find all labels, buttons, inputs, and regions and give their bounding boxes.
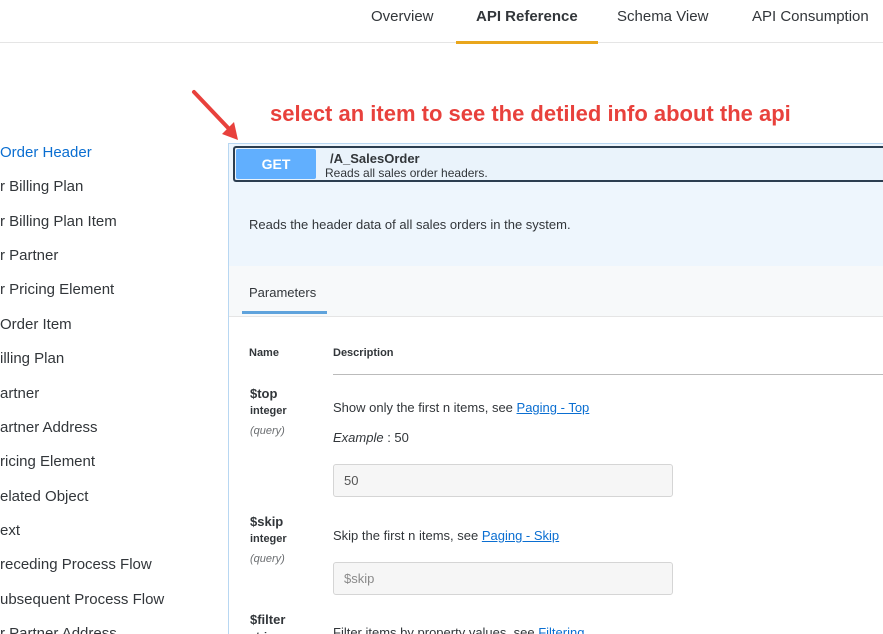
- param-desc-skip: Skip the first n items, see Paging - Ski…: [333, 528, 559, 543]
- filtering-link[interactable]: Filtering: [538, 625, 584, 634]
- sidebar-item-order-header[interactable]: Order Header: [0, 144, 92, 161]
- sidebar-item[interactable]: ubsequent Process Flow: [0, 591, 164, 608]
- param-desc-skip-text: Skip the first n items, see: [333, 528, 482, 543]
- param-example-top: Example : 50: [333, 430, 409, 445]
- skip-input[interactable]: [333, 562, 673, 595]
- paging-skip-link[interactable]: Paging - Skip: [482, 528, 559, 543]
- sidebar-item[interactable]: artner Address: [0, 419, 98, 436]
- operation-description: Reads the header data of all sales order…: [249, 217, 571, 232]
- http-method-badge: GET: [236, 149, 316, 179]
- annotation-text: select an item to see the detiled info a…: [270, 101, 791, 126]
- parameters-tab-indicator: [242, 311, 327, 314]
- annotation-arrow-icon: [192, 90, 238, 140]
- example-value: : 50: [383, 430, 409, 445]
- tab-parameters[interactable]: Parameters: [249, 285, 316, 300]
- endpoint-path: /A_SalesOrder: [330, 151, 420, 166]
- param-desc-top: Show only the first n items, see Paging …: [333, 400, 589, 415]
- column-header-description: Description: [333, 347, 394, 359]
- tab-api-consumption[interactable]: API Consumption: [752, 0, 869, 43]
- param-name-filter: $filter: [250, 612, 286, 627]
- param-name-skip: $skip: [250, 514, 284, 529]
- endpoint-summary: Reads all sales order headers.: [325, 166, 488, 180]
- parameters-tab-bar: [229, 266, 883, 317]
- sidebar-item[interactable]: r Pricing Element: [0, 281, 114, 298]
- sidebar-item[interactable]: Order Item: [0, 316, 72, 333]
- param-type-top: integer: [250, 405, 287, 417]
- param-in-skip: (query): [250, 553, 285, 565]
- tab-api-reference[interactable]: API Reference: [456, 0, 598, 44]
- param-in-top: (query): [250, 425, 285, 437]
- tab-overview[interactable]: Overview: [371, 0, 434, 43]
- column-header-name: Name: [249, 347, 279, 359]
- top-input[interactable]: [333, 464, 673, 497]
- sidebar-item[interactable]: ext: [0, 522, 20, 539]
- sidebar-item[interactable]: r Partner Address: [0, 625, 117, 634]
- sidebar-item[interactable]: r Billing Plan: [0, 178, 83, 195]
- sidebar-item[interactable]: illing Plan: [0, 350, 64, 367]
- header-divider: [333, 374, 883, 375]
- active-tab-indicator: [456, 41, 598, 44]
- endpoint-summary-bar[interactable]: GET /A_SalesOrder Reads all sales order …: [233, 146, 883, 182]
- paging-top-link[interactable]: Paging - Top: [517, 400, 590, 415]
- tab-schema-view[interactable]: Schema View: [617, 0, 708, 43]
- page: Overview API Reference Schema View API C…: [0, 0, 883, 634]
- example-label: Example: [333, 430, 384, 445]
- top-tab-bar: Overview API Reference Schema View API C…: [0, 0, 883, 44]
- sidebar-item[interactable]: r Partner: [0, 247, 58, 264]
- param-desc-filter-text: Filter items by property values, see: [333, 625, 539, 634]
- sidebar-item[interactable]: ricing Element: [0, 453, 95, 470]
- sidebar-item[interactable]: r Billing Plan Item: [0, 213, 117, 230]
- sidebar-item[interactable]: receding Process Flow: [0, 556, 152, 573]
- sidebar: Order Header r Billing Plan r Billing Pl…: [0, 140, 225, 634]
- param-type-skip: integer: [250, 533, 287, 545]
- sidebar-item[interactable]: artner: [0, 385, 39, 402]
- param-name-top: $top: [250, 386, 278, 401]
- param-desc-filter: Filter items by property values, see Fil…: [333, 625, 584, 634]
- tab-api-reference-label: API Reference: [476, 8, 578, 25]
- sidebar-item[interactable]: elated Object: [0, 488, 88, 505]
- param-desc-top-text: Show only the first n items, see: [333, 400, 517, 415]
